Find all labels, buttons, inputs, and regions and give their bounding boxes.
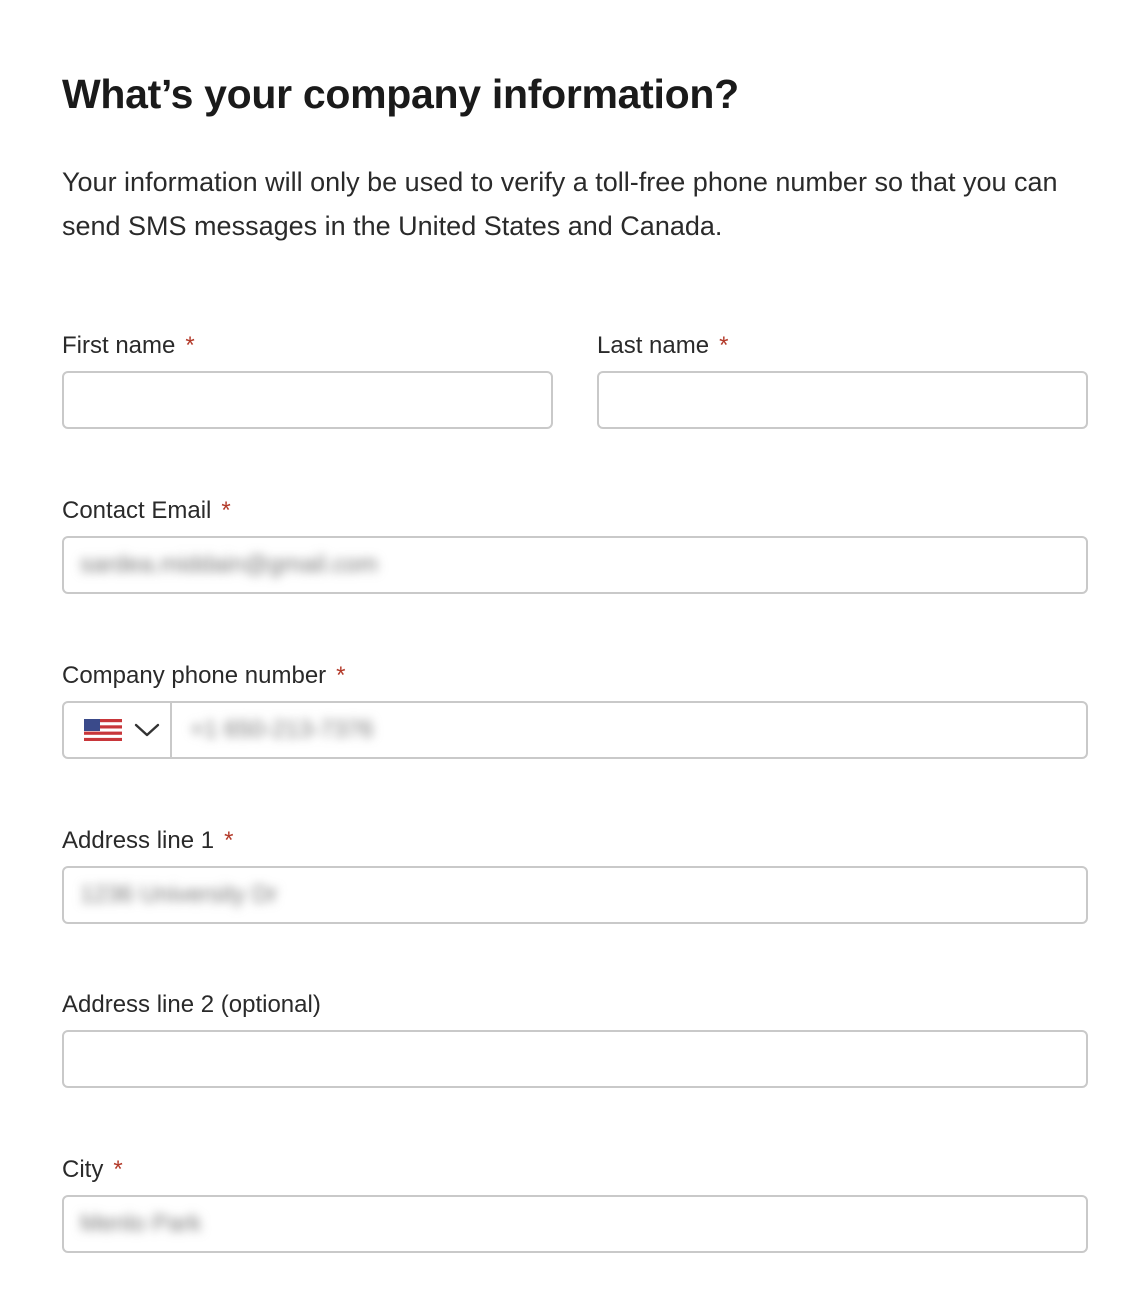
last-name-label: Last name *: [597, 330, 728, 362]
address-line-2-label: Address line 2 (optional): [62, 989, 321, 1021]
page-title: What’s your company information?: [62, 71, 739, 117]
contact-email-label-text: Contact Email: [62, 497, 212, 524]
us-flag-icon: [84, 719, 122, 741]
phone-number-value: +1 650-213-7376: [190, 716, 374, 743]
contact-email-input[interactable]: sardea.middain@gmail.com: [62, 536, 1088, 594]
first-name-input[interactable]: [62, 371, 553, 429]
company-phone-label: Company phone number *: [62, 660, 346, 692]
address-line-1-label: Address line 1 *: [62, 825, 233, 857]
address-line-1-label-text: Address line 1: [62, 827, 215, 854]
address-line-1-value: 1236 University Dr: [80, 881, 278, 908]
city-input[interactable]: Menlo Park: [62, 1195, 1088, 1253]
company-phone-label-text: Company phone number: [62, 662, 327, 689]
required-asterisk: *: [224, 827, 234, 854]
contact-email-value: sardea.middain@gmail.com: [80, 551, 378, 578]
required-asterisk: *: [719, 332, 729, 359]
city-value: Menlo Park: [80, 1210, 202, 1237]
first-name-label: First name *: [62, 330, 195, 362]
required-asterisk: *: [336, 662, 346, 689]
chevron-down-icon: [134, 723, 160, 737]
phone-number-input[interactable]: +1 650-213-7376: [172, 716, 374, 744]
address-line-2-label-text: Address line 2 (optional): [62, 991, 321, 1018]
address-line-1-input[interactable]: 1236 University Dr: [62, 866, 1088, 924]
city-label: City *: [62, 1154, 123, 1186]
last-name-label-text: Last name: [597, 332, 710, 359]
address-line-2-input[interactable]: [62, 1030, 1088, 1088]
last-name-input[interactable]: [597, 371, 1088, 429]
required-asterisk: *: [113, 1156, 123, 1183]
city-label-text: City: [62, 1156, 104, 1183]
first-name-label-text: First name: [62, 332, 176, 359]
required-asterisk: *: [221, 497, 231, 524]
required-asterisk: *: [185, 332, 195, 359]
country-code-select[interactable]: [64, 703, 172, 757]
contact-email-label: Contact Email *: [62, 495, 231, 527]
company-phone-input-group: +1 650-213-7376: [62, 701, 1088, 759]
page-description: Your information will only be used to ve…: [62, 167, 1058, 241]
